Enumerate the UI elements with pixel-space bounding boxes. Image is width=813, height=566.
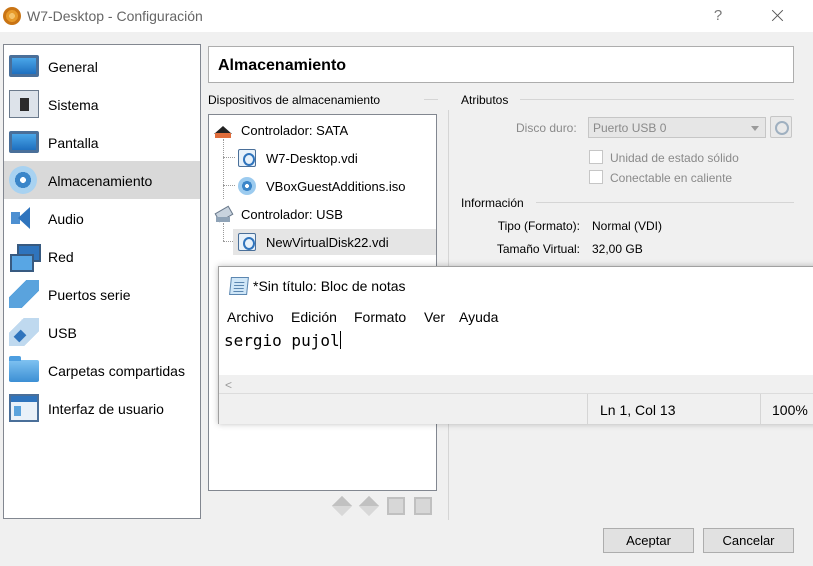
hard-disk-select[interactable]: Puerto USB 0 (588, 117, 766, 138)
category-sistema[interactable]: Sistema (4, 85, 200, 123)
hotplug-label: Conectable en caliente (610, 171, 733, 185)
hard-disk-select-value: Puerto USB 0 (593, 121, 667, 135)
notepad-title: *Sin título: Bloc de notas (253, 278, 406, 294)
category-label: General (48, 59, 98, 75)
category-label: Carpetas compartidas (48, 363, 185, 379)
category-label: Puertos serie (48, 287, 131, 303)
menu-ayuda[interactable]: Ayuda (459, 309, 498, 325)
category-puertos-serie[interactable]: Puertos serie (4, 275, 200, 313)
category-label: Interfaz de usuario (48, 401, 164, 417)
category-label: Almacenamiento (48, 173, 153, 189)
category-general[interactable]: General (4, 47, 200, 85)
chip-icon (9, 90, 39, 118)
settings-category-list: General Sistema Pantalla Almacenamiento … (3, 44, 201, 519)
accept-button[interactable]: Aceptar (603, 528, 694, 553)
attributes-heading: Atributos (461, 93, 509, 107)
hard-disk-icon (238, 149, 256, 167)
category-pantalla[interactable]: Pantalla (4, 123, 200, 161)
tree-item-label: Controlador: USB (241, 207, 343, 222)
tree-item-sata-controller[interactable]: Controlador: SATA (209, 117, 436, 143)
tree-item-label: W7-Desktop.vdi (266, 151, 358, 166)
disk-icon (9, 166, 37, 194)
menu-formato[interactable]: Formato (354, 309, 406, 325)
category-label: Red (48, 249, 74, 265)
notepad-text-area[interactable]: sergio pujol (224, 331, 341, 350)
cancel-button[interactable]: Cancelar (703, 528, 794, 553)
title-bar: W7-Desktop - Configuración ? (0, 0, 813, 32)
hard-disk-icon (238, 233, 256, 251)
ssd-label: Unidad de estado sólido (610, 151, 739, 165)
info-size-key: Tamaño Virtual: (496, 242, 580, 256)
speaker-icon (9, 204, 39, 232)
category-usb[interactable]: USB (4, 313, 200, 351)
sata-controller-icon (214, 121, 232, 139)
divider (536, 202, 794, 203)
category-label: Audio (48, 211, 84, 227)
tree-item-w7-desktop-vdi[interactable]: W7-Desktop.vdi (233, 145, 436, 171)
ssd-checkbox[interactable] (589, 150, 603, 164)
remove-controller-button[interactable] (358, 495, 380, 517)
menu-edicion[interactable]: Edición (291, 309, 337, 325)
folder-icon (9, 356, 39, 382)
page-header: Almacenamiento (208, 46, 794, 83)
remove-attachment-button[interactable] (414, 497, 432, 515)
notepad-icon (229, 277, 249, 295)
divider (424, 99, 438, 100)
info-size-value: 32,00 GB (592, 242, 643, 256)
add-controller-button[interactable] (331, 495, 353, 517)
tree-item-usb-controller[interactable]: Controlador: USB (209, 201, 436, 227)
status-cursor-position: Ln 1, Col 13 (600, 402, 676, 418)
page-title: Almacenamiento (218, 57, 347, 74)
hard-disk-label: Disco duro: (516, 121, 577, 135)
virtualbox-app-icon (3, 7, 21, 25)
tree-connector (223, 139, 224, 199)
category-red[interactable]: Red (4, 237, 200, 275)
notepad-window: *Sin título: Bloc de notas Archivo Edici… (218, 266, 813, 425)
tree-item-vboxguestadditions-iso[interactable]: VBoxGuestAdditions.iso (233, 173, 436, 199)
info-type-value: Normal (VDI) (592, 219, 663, 233)
usb-controller-icon (214, 205, 232, 223)
category-label: USB (48, 325, 77, 341)
notepad-status-bar: Ln 1, Col 13 100% (219, 393, 813, 425)
add-attachment-button[interactable] (387, 497, 405, 515)
monitor-icon (9, 55, 39, 77)
menu-ver[interactable]: Ver (424, 309, 445, 325)
information-heading: Información (461, 196, 524, 210)
network-icon (9, 242, 41, 272)
status-separator (587, 394, 588, 425)
user-interface-icon (9, 394, 39, 422)
status-zoom: 100% (772, 402, 808, 418)
category-almacenamiento[interactable]: Almacenamiento (4, 161, 200, 199)
category-carpetas-compartidas[interactable]: Carpetas compartidas (4, 351, 200, 389)
category-label: Sistema (48, 97, 99, 113)
tree-item-label: VBoxGuestAdditions.iso (266, 179, 406, 194)
serial-port-icon (9, 280, 39, 308)
chevron-down-icon (751, 126, 759, 131)
text-caret (339, 331, 341, 349)
optical-disc-icon (238, 177, 256, 195)
notepad-text: sergio pujol (224, 331, 340, 350)
storage-devices-heading: Dispositivos de almacenamiento (208, 93, 381, 107)
close-button[interactable] (754, 0, 800, 32)
scroll-left-arrow-icon[interactable]: < (225, 378, 232, 392)
tree-item-label: Controlador: SATA (241, 123, 349, 138)
tree-item-label: NewVirtualDisk22.vdi (266, 235, 389, 250)
horizontal-scrollbar[interactable]: < (219, 375, 813, 393)
divider (520, 99, 794, 100)
status-separator (760, 394, 761, 425)
info-type-key: Tipo (Formato): (497, 219, 580, 233)
menu-archivo[interactable]: Archivo (227, 309, 274, 325)
category-label: Pantalla (48, 135, 99, 151)
help-button[interactable]: ? (698, 0, 738, 32)
hotplug-checkbox[interactable] (589, 170, 603, 184)
usb-icon (9, 318, 39, 346)
window-title: W7-Desktop - Configuración (27, 8, 203, 24)
tree-item-newvirtualdisk22-vdi[interactable]: NewVirtualDisk22.vdi (233, 229, 436, 255)
display-icon (9, 131, 39, 153)
choose-disk-button[interactable] (770, 116, 792, 138)
category-interfaz-de-usuario[interactable]: Interfaz de usuario (4, 389, 200, 427)
category-audio[interactable]: Audio (4, 199, 200, 237)
